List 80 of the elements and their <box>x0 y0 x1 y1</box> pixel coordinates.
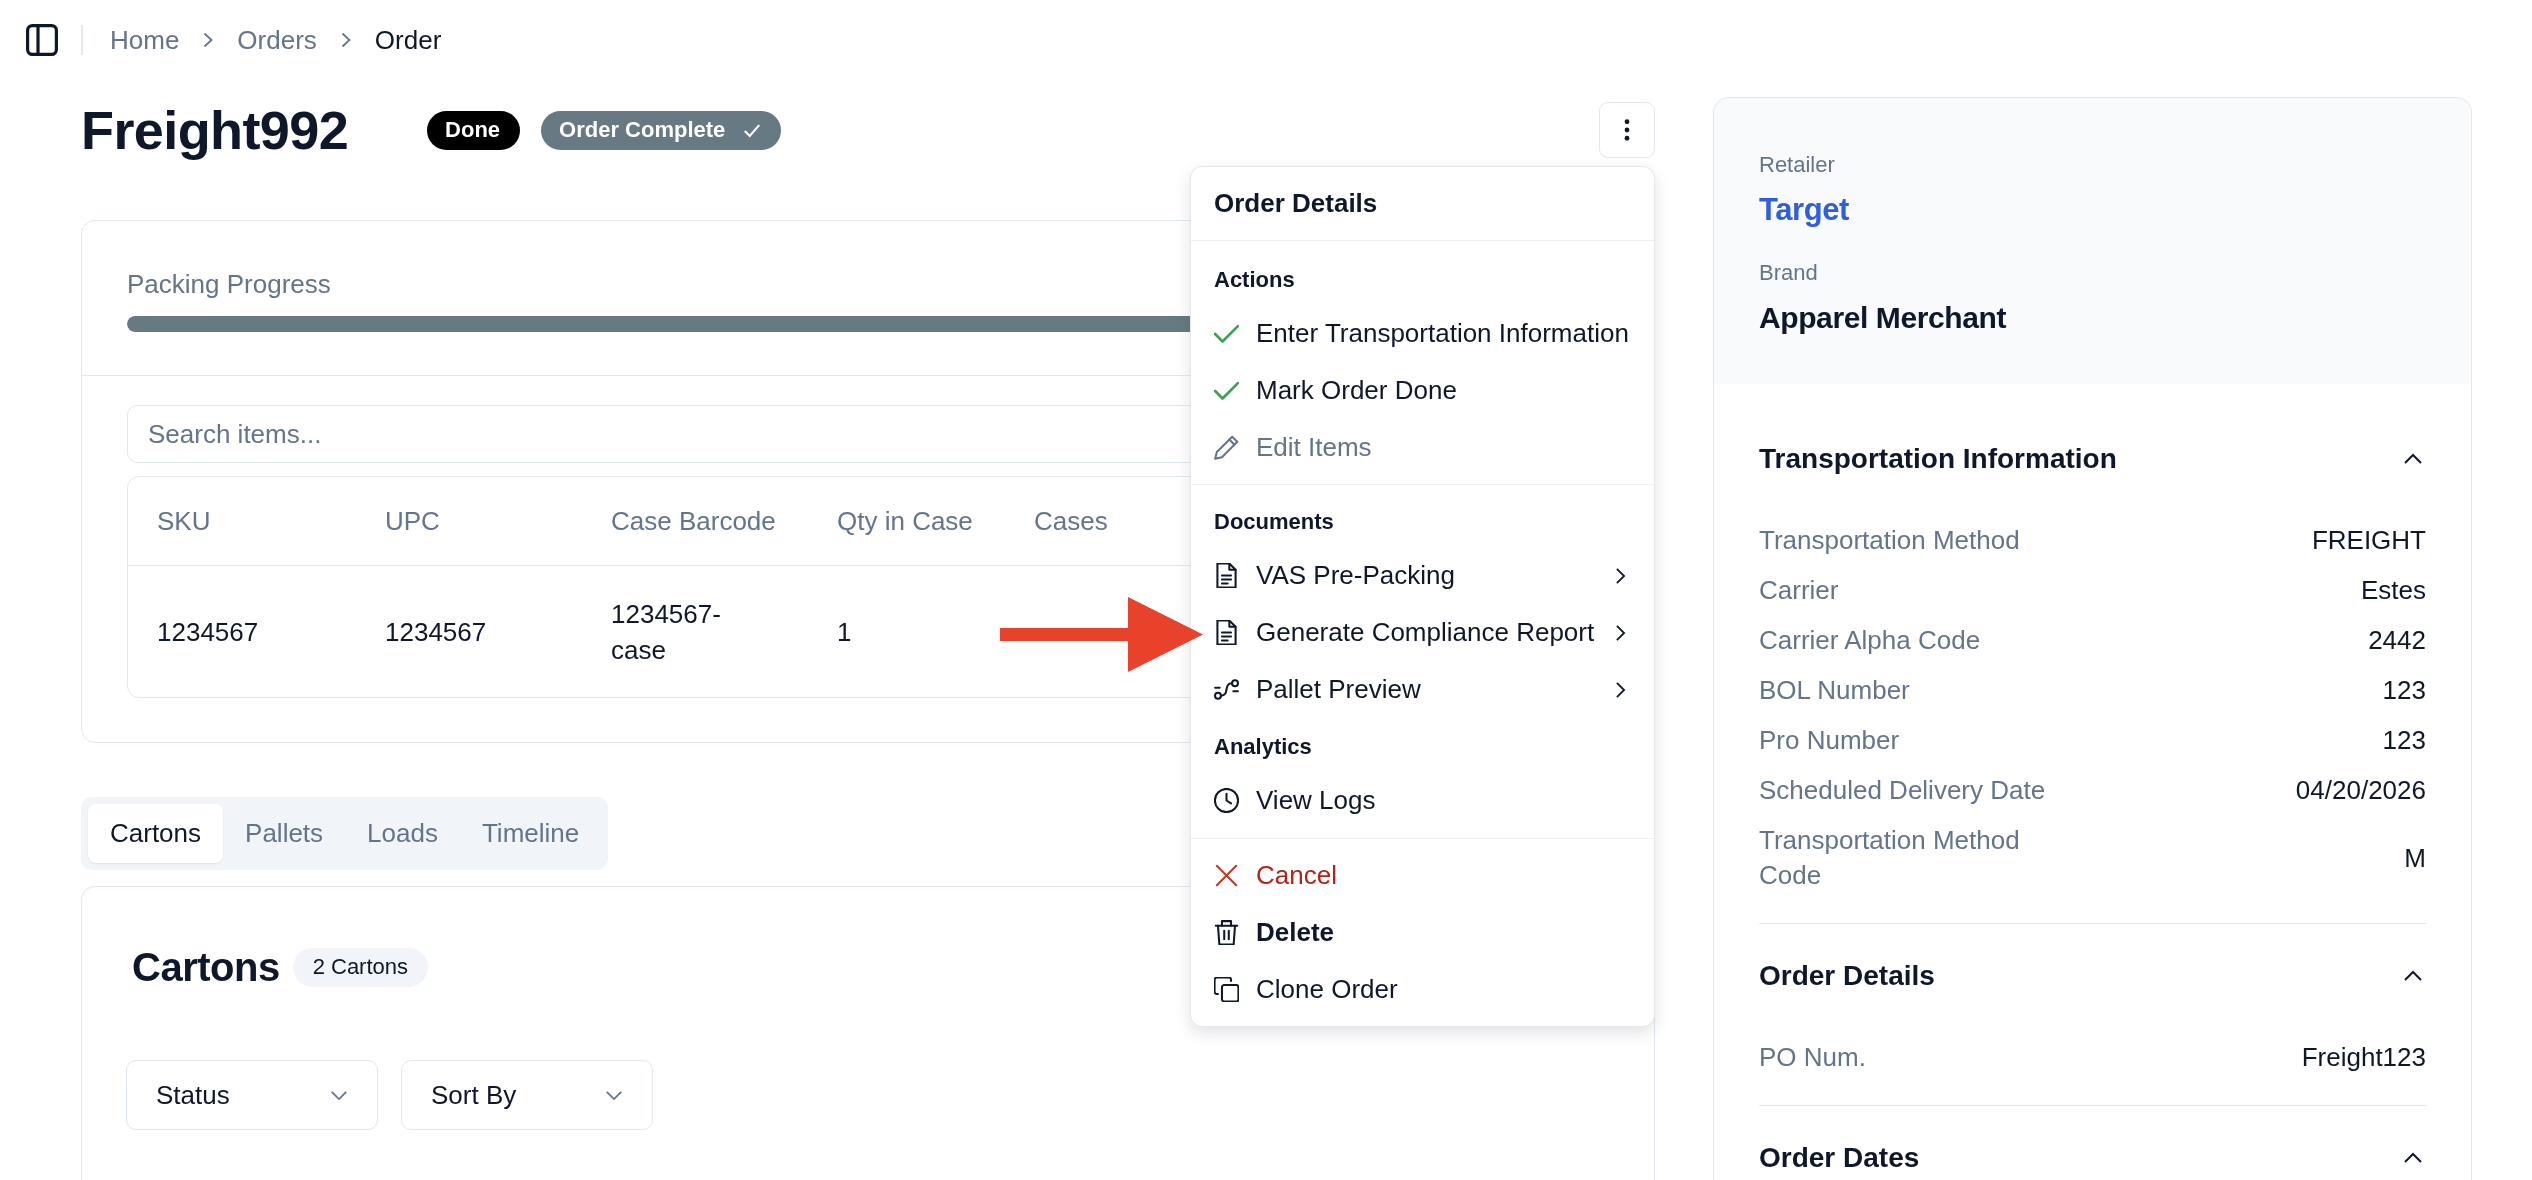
vertical-dots-icon <box>1624 119 1630 141</box>
chevron-up-icon[interactable] <box>2403 453 2423 465</box>
section-heading: Order Dates <box>1759 1141 1920 1175</box>
tab[interactable]: Timeline <box>459 804 602 863</box>
detail-value: Freight123 <box>2301 1041 2426 1074</box>
detail-value: FREIGHT <box>2311 524 2426 557</box>
detail-label: Transportation Method <box>1759 524 2020 557</box>
table-cell-text: 1 <box>837 615 852 649</box>
menu-item[interactable]: View Logs <box>1191 772 1654 829</box>
chevron-down-icon <box>605 1089 623 1101</box>
field-label: Brand <box>1759 259 1818 287</box>
section-heading: Order Details <box>1759 959 1935 993</box>
count-badge: 2 Cartons <box>292 947 429 987</box>
menu-item[interactable]: Generate Compliance Report <box>1191 604 1654 661</box>
detail-label: PO Num. <box>1759 1041 1866 1074</box>
field-label: Retailer <box>1759 151 1835 179</box>
pencil-icon <box>1214 435 1239 460</box>
status-badge: Done <box>427 110 521 150</box>
check-icon <box>743 122 762 138</box>
chevron-down-icon <box>330 1089 348 1101</box>
document-icon <box>1214 620 1239 645</box>
status-badge: Order Complete <box>541 110 782 150</box>
column-header: Case Barcode <box>611 505 776 538</box>
filter-dropdown[interactable]: Status <box>126 1060 378 1130</box>
detail-value: 123 <box>2382 724 2426 757</box>
copy-icon <box>1214 977 1239 1002</box>
detail-label: Scheduled Delivery Date <box>1759 774 2046 807</box>
menu-section-heading: Actions <box>1213 266 1296 294</box>
column-header: Cases <box>1034 505 1108 538</box>
table-cell-text: 1234567-case <box>611 597 722 667</box>
chevron-up-icon[interactable] <box>2403 970 2423 982</box>
column-header: SKU <box>157 505 211 538</box>
detail-label: Pro Number <box>1759 724 1900 757</box>
detail-label: BOL Number <box>1759 674 1910 707</box>
menu-item[interactable]: VAS Pre-Packing <box>1191 547 1654 604</box>
trash-icon <box>1214 920 1239 945</box>
tab[interactable]: Cartons <box>88 804 224 863</box>
clock-icon <box>1214 788 1239 813</box>
detail-value: Estes <box>2360 574 2426 607</box>
chevron-right-icon <box>1615 566 1626 585</box>
route-icon <box>1214 677 1239 702</box>
menu-item[interactable]: Delete <box>1191 904 1654 961</box>
chevron-right-icon <box>203 32 214 48</box>
section-heading: Transportation Information <box>1759 442 2117 476</box>
breadcrumb-link[interactable]: Orders <box>237 23 317 57</box>
menu-item[interactable]: Enter Transportation Information <box>1191 305 1654 362</box>
table-cell-text: 1234567 <box>157 615 259 649</box>
chevron-right-icon <box>1615 623 1626 642</box>
filter-dropdown[interactable]: Sort By <box>401 1060 653 1130</box>
menu-item[interactable]: Cancel <box>1191 847 1654 904</box>
page-title: Freight992 <box>81 100 349 160</box>
detail-value: 04/20/2026 <box>2295 774 2426 807</box>
menu-title: Order Details <box>1191 167 1654 241</box>
detail-label: Carrier Alpha Code <box>1759 624 1981 657</box>
document-icon <box>1214 563 1239 588</box>
detail-label: Transportation Method Code <box>1759 824 2021 892</box>
sidebar-toggle-icon[interactable] <box>26 24 58 56</box>
breadcrumb-link[interactable]: Home <box>110 23 180 57</box>
menu-section-heading: Documents <box>1213 508 1335 536</box>
chevron-right-icon <box>340 32 351 48</box>
chevron-right-icon <box>1615 680 1626 699</box>
brand-name: Apparel Merchant <box>1759 300 2006 336</box>
table-cell-text: 1234567 <box>385 615 487 649</box>
menu-item[interactable]: Pallet Preview <box>1191 661 1654 718</box>
tab[interactable]: Loads <box>345 804 460 863</box>
menu-section-heading: Analytics <box>1213 733 1313 761</box>
tab[interactable]: Pallets <box>223 804 346 863</box>
menu-item[interactable]: Clone Order <box>1191 961 1654 1018</box>
chevron-up-icon[interactable] <box>2403 1152 2423 1164</box>
detail-value: 2442 <box>2368 624 2426 657</box>
breadcrumb-current: Order <box>374 24 442 57</box>
cross-icon <box>1214 863 1239 888</box>
section-title: Cartons <box>132 944 280 991</box>
column-header: UPC <box>385 505 440 538</box>
detail-value: M <box>2404 841 2426 875</box>
column-header: Qty in Case <box>837 505 973 538</box>
detail-value: 123 <box>2382 674 2426 707</box>
progress-label: Packing Progress <box>127 268 331 301</box>
retailer-link[interactable]: Target <box>1759 190 1850 230</box>
detail-label: Carrier <box>1759 574 1839 607</box>
